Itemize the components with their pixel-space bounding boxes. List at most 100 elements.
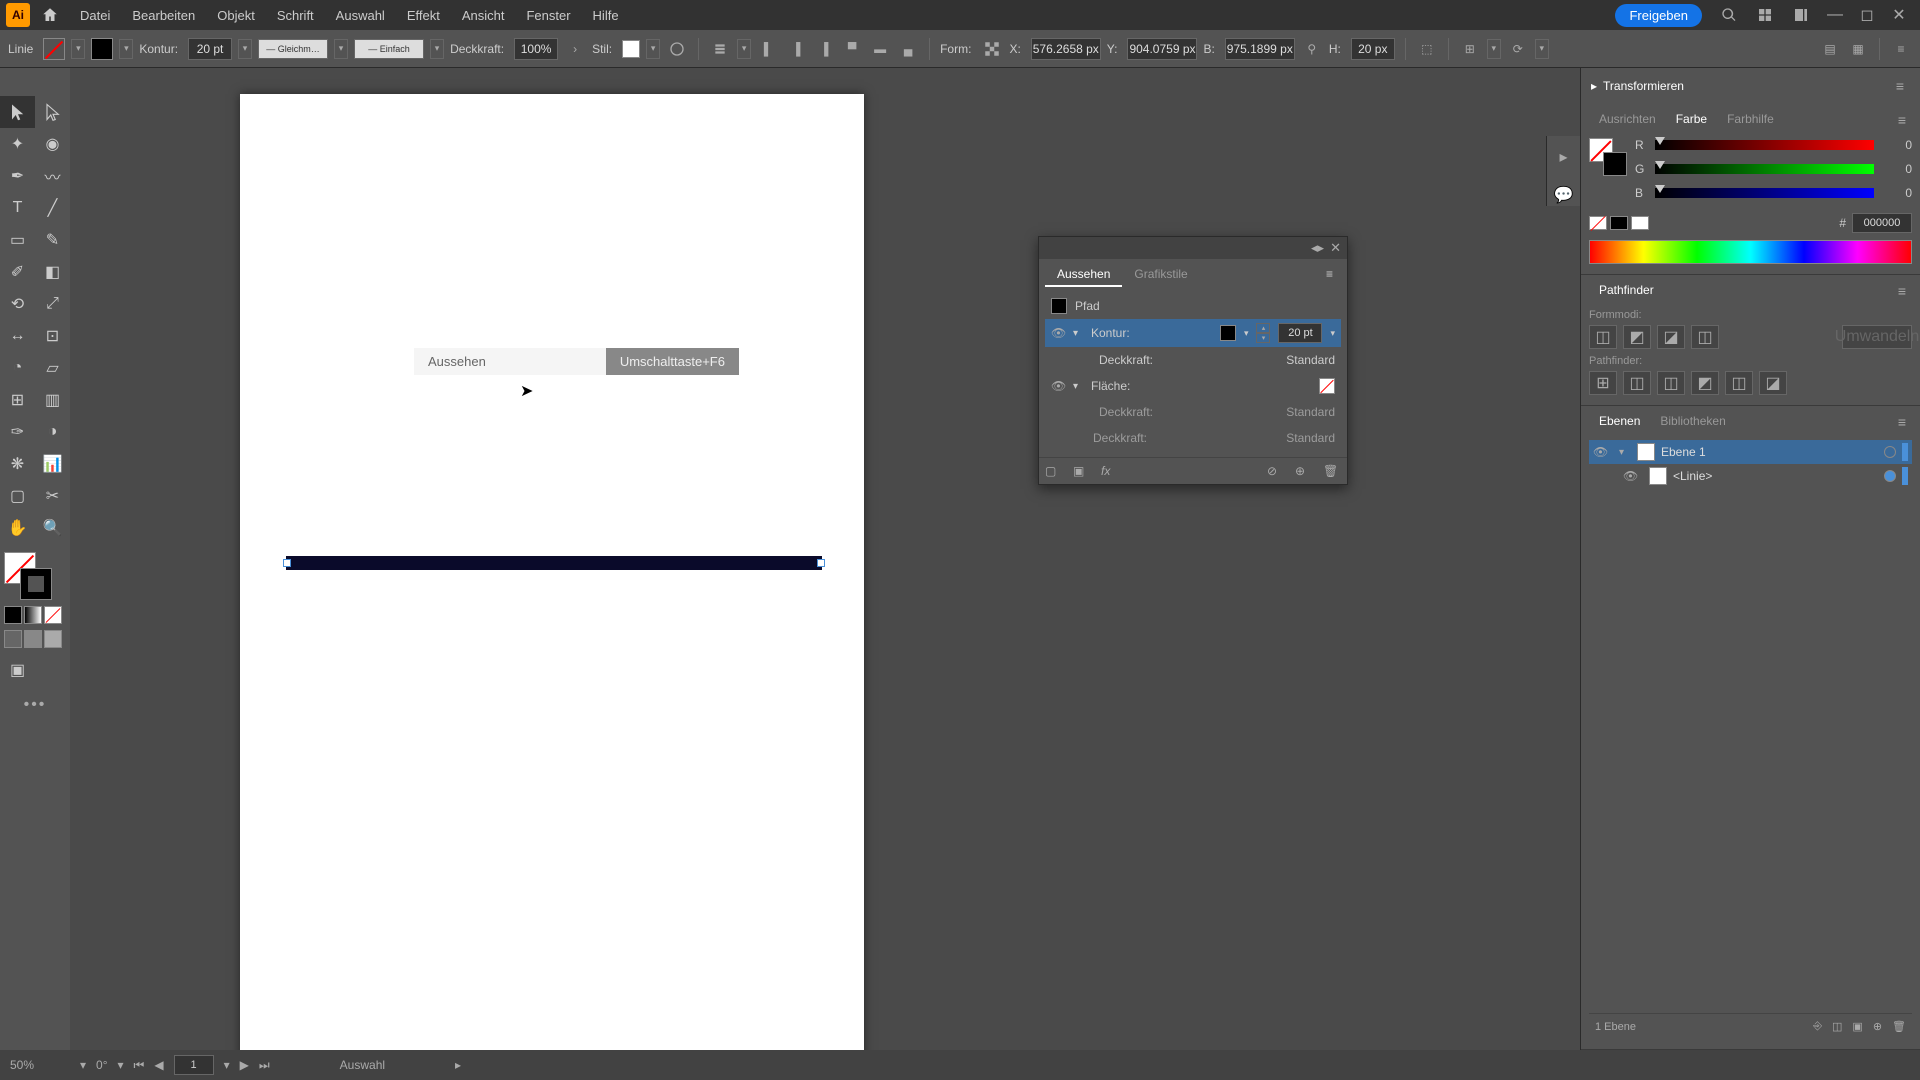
properties-strip-icon[interactable]: ▸	[1553, 146, 1575, 168]
isolate-icon[interactable]: ⬚	[1416, 38, 1438, 60]
workspace-icon[interactable]	[1790, 4, 1812, 26]
align-top-icon[interactable]: ▀	[841, 38, 863, 60]
style-swatch[interactable]	[622, 40, 640, 58]
style-dropdown[interactable]: ▾	[646, 39, 660, 59]
pathfinder-menu-icon[interactable]: ≡	[1892, 279, 1912, 303]
add-stroke-icon[interactable]: ▢	[1045, 464, 1063, 478]
transform-dropdown[interactable]: ▾	[1535, 39, 1549, 59]
symbol-sprayer-tool[interactable]: ❋	[0, 448, 35, 480]
brush-definition[interactable]: — Einfach	[354, 39, 424, 59]
magic-wand-tool[interactable]: ✦	[0, 128, 35, 160]
panel-collapse-icon[interactable]: ◂▸	[1311, 240, 1324, 256]
align-hcenter-icon[interactable]: ▐	[785, 38, 807, 60]
stroke-weight-dropdown[interactable]: ▾	[238, 39, 252, 59]
r-value[interactable]: 0	[1882, 138, 1912, 152]
width-tool[interactable]: ↔	[0, 320, 35, 352]
layer-target-icon[interactable]	[1884, 446, 1896, 458]
curvature-tool[interactable]: 〰	[35, 160, 70, 192]
color-fill-stroke-indicator[interactable]	[1589, 138, 1625, 180]
graph-tool[interactable]: 📊	[35, 448, 70, 480]
menu-schrift[interactable]: Schrift	[267, 4, 324, 27]
stroke-weight-field[interactable]	[1278, 323, 1322, 343]
crop-icon[interactable]: ◩	[1691, 371, 1719, 395]
color-panel-menu-icon[interactable]: ≡	[1892, 108, 1912, 132]
home-icon[interactable]	[38, 3, 62, 27]
align-tab[interactable]: Ausrichten	[1589, 108, 1666, 132]
stroke-opacity-value[interactable]: Standard	[1286, 353, 1335, 367]
stroke-color-swatch[interactable]	[1220, 325, 1236, 341]
tooltip-menu-item[interactable]: Aussehen Umschalttaste+F6	[414, 348, 739, 375]
new-sublayer-icon[interactable]: ▣	[1852, 1020, 1862, 1033]
minus-back-icon[interactable]: ◪	[1759, 371, 1787, 395]
panel-toggle-1-icon[interactable]: ▤	[1819, 38, 1841, 60]
transform-reference-icon[interactable]	[981, 38, 1003, 60]
exclude-icon[interactable]: ◫	[1691, 325, 1719, 349]
status-play-icon[interactable]: ▸	[455, 1058, 461, 1072]
menu-hilfe[interactable]: Hilfe	[583, 4, 629, 27]
intersect-icon[interactable]: ◪	[1657, 325, 1685, 349]
none-swatch-icon[interactable]	[1589, 216, 1607, 230]
fill-stroke-indicator[interactable]	[4, 552, 64, 602]
align-vcenter-icon[interactable]: ▬	[869, 38, 891, 60]
stroke-dropdown[interactable]: ▾	[119, 39, 133, 59]
artboard-number-input[interactable]	[174, 1055, 214, 1075]
graphic-styles-tab[interactable]: Grafikstile	[1122, 263, 1199, 287]
menu-fenster[interactable]: Fenster	[516, 4, 580, 27]
zoom-display[interactable]: 50%	[10, 1058, 70, 1072]
menu-datei[interactable]: Datei	[70, 4, 120, 27]
trim-icon[interactable]: ◫	[1623, 371, 1651, 395]
close-icon[interactable]: ✕	[1888, 4, 1910, 26]
line-tool[interactable]: ╱	[35, 192, 70, 224]
outline-icon[interactable]: ◫	[1725, 371, 1753, 395]
menu-auswahl[interactable]: Auswahl	[326, 4, 395, 27]
panel-menu-icon[interactable]: ≡	[1890, 38, 1912, 60]
fill-opacity-value[interactable]: Standard	[1286, 405, 1335, 419]
color-mode-icon[interactable]	[4, 606, 22, 624]
minimize-icon[interactable]: —	[1824, 4, 1846, 26]
shaper-tool[interactable]: ✐	[0, 256, 35, 288]
item-visibility-icon[interactable]: 👁	[1623, 469, 1637, 483]
color-spectrum[interactable]	[1589, 240, 1912, 264]
shape-builder-tool[interactable]: ◔	[0, 352, 35, 384]
delete-item-icon[interactable]: 🗑	[1323, 464, 1341, 478]
zoom-tool[interactable]: 🔍	[35, 512, 70, 544]
scale-tool[interactable]: ⤢	[35, 288, 70, 320]
type-tool[interactable]: T	[0, 192, 35, 224]
b-slider[interactable]	[1655, 188, 1874, 198]
eyedropper-tool[interactable]: ✑	[0, 416, 35, 448]
artboard-next-icon[interactable]: ▶	[240, 1058, 249, 1072]
duplicate-item-icon[interactable]: ⊕	[1295, 464, 1313, 478]
white-swatch-icon[interactable]	[1631, 216, 1649, 230]
layers-tab[interactable]: Ebenen	[1589, 410, 1650, 434]
minus-front-icon[interactable]: ◩	[1623, 325, 1651, 349]
layers-menu-icon[interactable]: ≡	[1892, 410, 1912, 434]
recolor-icon[interactable]	[666, 38, 688, 60]
black-swatch-icon[interactable]	[1610, 216, 1628, 230]
opacity-more[interactable]: ›	[564, 38, 586, 60]
w-input[interactable]	[1225, 38, 1295, 60]
draw-mode-icon[interactable]	[24, 630, 42, 648]
artboard-dropdown-icon[interactable]: ▾	[224, 1058, 230, 1072]
align-dropdown[interactable]: ▾	[737, 39, 751, 59]
stroke-weight-input[interactable]	[188, 38, 232, 60]
layer-row-1[interactable]: 👁 ▾ Ebene 1	[1589, 440, 1912, 464]
colorhelp-tab[interactable]: Farbhilfe	[1717, 108, 1784, 132]
layer-name[interactable]: Ebene 1	[1661, 445, 1706, 459]
direct-selection-tool[interactable]	[35, 96, 70, 128]
hand-tool[interactable]: ✋	[0, 512, 35, 544]
layer-expand-icon[interactable]: ▾	[1619, 447, 1631, 458]
x-input[interactable]	[1031, 38, 1101, 60]
transform-again-icon[interactable]: ⟳	[1507, 38, 1529, 60]
add-fill-icon[interactable]: ▣	[1073, 464, 1091, 478]
align-bottom-icon[interactable]: ▄	[897, 38, 919, 60]
similar-icon[interactable]: ⊞	[1459, 38, 1481, 60]
make-clip-icon[interactable]: ◫	[1832, 1020, 1842, 1033]
panel-close-icon[interactable]: ✕	[1330, 240, 1341, 256]
artboard-prev-icon[interactable]: ◀	[154, 1058, 163, 1072]
edit-toolbar-icon[interactable]: •••	[0, 696, 70, 714]
profile-uniform[interactable]: — Gleichm…	[258, 39, 328, 59]
mesh-tool[interactable]: ⊞	[0, 384, 35, 416]
fill-expand-icon[interactable]: ▾	[1073, 381, 1083, 392]
zoom-dropdown-icon[interactable]: ▾	[80, 1058, 86, 1072]
change-screen-mode-tool[interactable]: ▣	[0, 654, 35, 686]
